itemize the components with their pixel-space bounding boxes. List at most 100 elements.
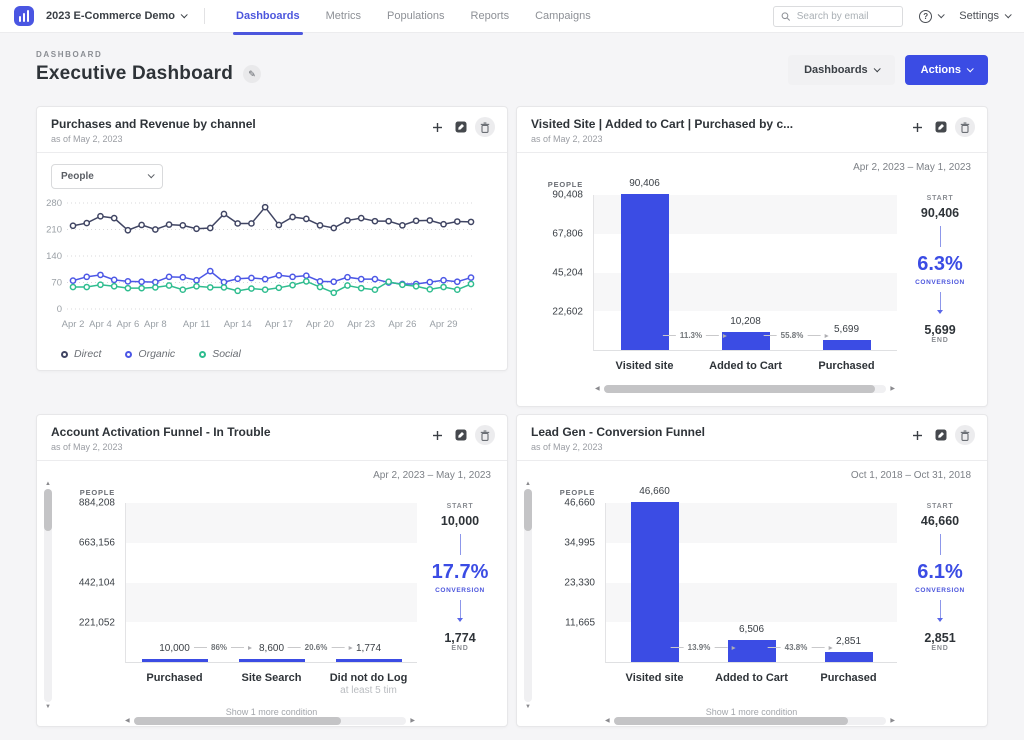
data-point[interactable] [166,283,171,288]
scrollbar-thumb[interactable] [134,717,341,725]
data-point[interactable] [112,216,117,221]
data-point[interactable] [263,276,268,281]
add-to-dashboard-button[interactable] [427,117,447,137]
data-point[interactable] [276,273,281,278]
tab-campaigns[interactable]: Campaigns [522,0,604,33]
data-point[interactable] [98,214,103,219]
data-point[interactable] [400,282,405,287]
horizontal-scrollbar[interactable]: ◀ ▶ [595,385,895,393]
data-point[interactable] [112,277,117,282]
funnel-bar-did-not-do-log[interactable] [336,659,402,662]
scrollbar-thumb[interactable] [44,489,52,531]
scroll-left-icon[interactable]: ◀ [125,718,130,724]
data-point[interactable] [125,286,130,291]
settings-menu[interactable]: Settings [959,10,1010,22]
data-point[interactable] [372,276,377,281]
data-point[interactable] [153,280,158,285]
vertical-scrollbar[interactable]: ▲ ▼ [523,481,533,710]
delete-button[interactable] [955,425,975,445]
vertical-scrollbar[interactable]: ▲ ▼ [43,481,53,710]
scroll-up-icon[interactable]: ▲ [45,481,51,487]
data-point[interactable] [153,227,158,232]
people-select[interactable]: People [51,164,163,189]
data-point[interactable] [249,275,254,280]
data-point[interactable] [468,219,473,224]
data-point[interactable] [455,287,460,292]
tab-dashboards[interactable]: Dashboards [223,0,313,33]
scroll-left-icon[interactable]: ◀ [605,718,610,724]
edit-title-button[interactable]: ✎ [243,65,261,83]
data-point[interactable] [414,284,419,289]
data-point[interactable] [139,279,144,284]
funnel-bar-purchased[interactable] [142,659,208,662]
data-point[interactable] [290,214,295,219]
legend-item-organic[interactable]: Organic [125,348,175,360]
data-point[interactable] [125,279,130,284]
data-point[interactable] [180,223,185,228]
data-point[interactable] [290,274,295,279]
data-point[interactable] [263,205,268,210]
tab-populations[interactable]: Populations [374,0,458,33]
funnel-bar-purchased[interactable] [823,340,871,350]
data-point[interactable] [125,228,130,233]
data-point[interactable] [208,269,213,274]
scroll-up-icon[interactable]: ▲ [525,481,531,487]
data-point[interactable] [304,273,309,278]
horizontal-scrollbar[interactable]: ◀ ▶ [605,717,895,725]
funnel-bar-added-to-cart[interactable] [722,332,770,350]
scroll-down-icon[interactable]: ▼ [525,704,531,710]
data-point[interactable] [331,279,336,284]
data-point[interactable] [139,286,144,291]
data-point[interactable] [345,283,350,288]
legend-item-direct[interactable]: Direct [61,348,101,360]
data-point[interactable] [290,283,295,288]
line-chart[interactable]: 070140210280Apr 2Apr 4Apr 6Apr 8Apr 11Ap… [37,191,479,341]
data-point[interactable] [331,290,336,295]
app-logo-icon[interactable] [14,6,34,26]
data-point[interactable] [276,222,281,227]
data-point[interactable] [221,211,226,216]
data-point[interactable] [455,219,460,224]
data-point[interactable] [372,287,377,292]
data-point[interactable] [468,275,473,280]
data-point[interactable] [345,275,350,280]
legend-item-social[interactable]: Social [199,348,241,360]
data-point[interactable] [427,280,432,285]
data-point[interactable] [70,284,75,289]
data-point[interactable] [249,286,254,291]
data-point[interactable] [221,285,226,290]
data-point[interactable] [153,285,158,290]
delete-button[interactable] [475,117,495,137]
project-selector[interactable]: 2023 E-Commerce Demo [46,10,186,22]
scroll-left-icon[interactable]: ◀ [595,386,600,392]
scroll-down-icon[interactable]: ▼ [45,704,51,710]
actions-dropdown-button[interactable]: Actions [905,55,988,85]
data-point[interactable] [400,223,405,228]
data-point[interactable] [180,287,185,292]
data-point[interactable] [441,284,446,289]
show-more-condition-link[interactable]: Show 1 more condition [606,707,897,717]
data-point[interactable] [194,284,199,289]
add-to-dashboard-button[interactable] [907,117,927,137]
tab-metrics[interactable]: Metrics [313,0,374,33]
data-point[interactable] [70,278,75,283]
search-input[interactable] [797,11,896,22]
data-point[interactable] [427,287,432,292]
scrollbar-thumb[interactable] [614,717,849,725]
delete-button[interactable] [955,117,975,137]
show-more-condition-link[interactable]: Show 1 more condition [126,707,417,717]
data-point[interactable] [427,218,432,223]
funnel-bar-site-search[interactable] [239,659,305,662]
data-point[interactable] [249,221,254,226]
data-point[interactable] [317,284,322,289]
notebook-button[interactable] [451,117,471,137]
add-to-dashboard-button[interactable] [907,425,927,445]
data-point[interactable] [304,216,309,221]
add-to-dashboard-button[interactable] [427,425,447,445]
data-point[interactable] [98,272,103,277]
data-point[interactable] [317,279,322,284]
data-point[interactable] [139,222,144,227]
data-point[interactable] [468,281,473,286]
data-point[interactable] [194,278,199,283]
scroll-right-icon[interactable]: ▶ [890,718,895,724]
